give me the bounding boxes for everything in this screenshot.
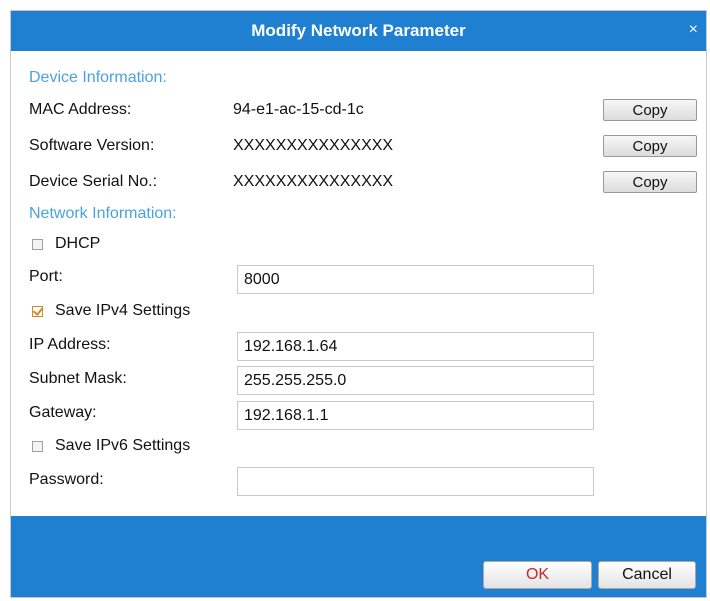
save-ipv6-label: Save IPv6 Settings	[55, 437, 191, 454]
dialog-title: Modify Network Parameter	[251, 21, 466, 40]
software-version-value: XXXXXXXXXXXXXXX	[233, 137, 394, 154]
device-serial-label: Device Serial No.:	[29, 173, 158, 190]
save-ipv4-checkbox[interactable]	[32, 305, 43, 317]
save-ipv6-checkbox[interactable]	[32, 440, 43, 452]
ok-button[interactable]: OK	[483, 561, 592, 589]
network-information-heading: Network Information:	[29, 205, 177, 222]
device-information-heading: Device Information:	[29, 69, 167, 86]
copy-device-serial-button[interactable]: Copy	[603, 171, 697, 193]
gateway-input[interactable]: 192.168.1.1	[237, 401, 594, 430]
dhcp-label: DHCP	[55, 235, 101, 252]
copy-mac-address-button[interactable]: Copy	[603, 99, 697, 121]
dialog-footer: OK Cancel	[11, 516, 706, 597]
dhcp-row: DHCP	[32, 235, 100, 253]
copy-software-version-button[interactable]: Copy	[603, 135, 697, 157]
save-ipv4-label: Save IPv4 Settings	[55, 302, 191, 319]
gateway-label: Gateway:	[29, 404, 97, 421]
ip-address-label: IP Address:	[29, 336, 111, 353]
port-label: Port:	[29, 268, 63, 285]
title-bar: Modify Network Parameter ×	[11, 11, 706, 51]
subnet-mask-label: Subnet Mask:	[29, 370, 127, 387]
modify-network-dialog: Modify Network Parameter × Device Inform…	[10, 10, 707, 598]
save-ipv4-row: Save IPv4 Settings	[32, 302, 190, 320]
password-input[interactable]	[237, 467, 594, 496]
cancel-button[interactable]: Cancel	[598, 561, 696, 589]
software-version-label: Software Version:	[29, 137, 155, 154]
dhcp-checkbox[interactable]	[32, 238, 43, 250]
port-input[interactable]: 8000	[237, 265, 594, 294]
password-label: Password:	[29, 471, 104, 488]
mac-address-label: MAC Address:	[29, 101, 132, 118]
mac-address-value: 94-e1-ac-15-cd-1c	[233, 101, 364, 118]
save-ipv6-row: Save IPv6 Settings	[32, 437, 190, 455]
close-icon[interactable]: ×	[689, 20, 698, 40]
ip-address-input[interactable]: 192.168.1.64	[237, 332, 594, 361]
device-serial-value: XXXXXXXXXXXXXXX	[233, 173, 394, 190]
subnet-mask-input[interactable]: 255.255.255.0	[237, 366, 594, 395]
